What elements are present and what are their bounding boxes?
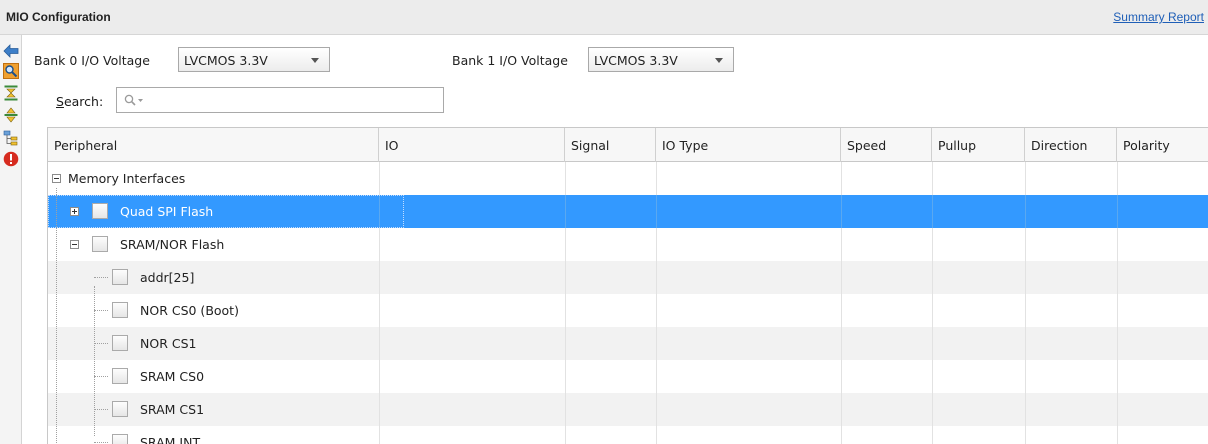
peripheral-checkbox[interactable] <box>112 434 128 444</box>
table-row[interactable]: SRAM/NOR Flash <box>48 228 1208 261</box>
search-input[interactable] <box>116 87 444 113</box>
summary-report-link[interactable]: Summary Report <box>1113 10 1204 24</box>
column-header-io-type[interactable]: IO Type <box>656 128 841 162</box>
row-label: SRAM/NOR Flash <box>120 237 225 252</box>
panel-header: MIO Configuration Summary Report <box>0 0 1208 35</box>
tree-connector <box>94 286 95 436</box>
peripheral-checkbox[interactable] <box>112 302 128 318</box>
peripheral-checkbox[interactable] <box>112 269 128 285</box>
focus-outline <box>48 195 404 228</box>
tree-connector <box>94 343 108 344</box>
tree-connector <box>94 376 108 377</box>
bank0-voltage-value: LVCMOS 3.3V <box>184 53 268 68</box>
collapse-icon[interactable] <box>52 174 61 183</box>
peripheral-checkbox[interactable] <box>112 335 128 351</box>
table-row[interactable]: NOR CS0 (Boot) <box>48 294 1208 327</box>
peripheral-checkbox[interactable] <box>112 368 128 384</box>
bank0-voltage-select[interactable]: LVCMOS 3.3V <box>178 47 330 72</box>
chevron-down-icon <box>715 58 723 63</box>
column-header-pullup[interactable]: Pullup <box>932 128 1025 162</box>
tree-view-icon[interactable] <box>3 130 19 146</box>
collapse-all-icon[interactable] <box>3 85 19 101</box>
tree-connector <box>56 188 57 444</box>
table-row[interactable]: addr[25] <box>48 261 1208 294</box>
peripheral-checkbox[interactable] <box>112 401 128 417</box>
panel-title: MIO Configuration <box>6 10 111 24</box>
row-label: NOR CS0 (Boot) <box>140 303 239 318</box>
bank1-voltage-select[interactable]: LVCMOS 3.3V <box>588 47 734 72</box>
table-row[interactable]: SRAM CS0 <box>48 360 1208 393</box>
mio-table: Peripheral IO Signal IO Type Speed Pullu… <box>47 127 1208 444</box>
peripheral-checkbox[interactable] <box>92 236 108 252</box>
column-header-signal[interactable]: Signal <box>565 128 656 162</box>
row-label: NOR CS1 <box>140 336 197 351</box>
bank1-voltage-label: Bank 1 I/O Voltage <box>452 53 568 68</box>
column-header-peripheral[interactable]: Peripheral <box>48 128 379 162</box>
back-arrow-icon[interactable] <box>3 43 19 59</box>
table-row[interactable]: Quad SPI Flash <box>48 195 1208 228</box>
column-header-direction[interactable]: Direction <box>1025 128 1117 162</box>
error-icon[interactable] <box>3 151 19 167</box>
bank0-voltage-label: Bank 0 I/O Voltage <box>34 53 150 68</box>
row-label: SRAM CS0 <box>140 369 205 384</box>
column-header-speed[interactable]: Speed <box>841 128 932 162</box>
side-toolbar <box>0 35 22 444</box>
row-label: SRAM CS1 <box>140 402 205 417</box>
table-row[interactable]: SRAM CS1 <box>48 393 1208 426</box>
tree-connector <box>94 277 108 278</box>
search-icon[interactable] <box>3 63 19 79</box>
column-header-io[interactable]: IO <box>379 128 565 162</box>
collapse-icon[interactable] <box>70 240 79 249</box>
table-row[interactable]: Memory Interfaces <box>48 162 1208 195</box>
row-label: Memory Interfaces <box>68 171 186 186</box>
expand-all-icon[interactable] <box>3 107 19 123</box>
tree-connector <box>94 310 108 311</box>
tree-connector <box>94 409 108 410</box>
row-label: SRAM INT <box>140 435 201 444</box>
tree-connector <box>94 442 108 443</box>
column-header-polarity[interactable]: Polarity <box>1117 128 1208 162</box>
content-area: Bank 0 I/O Voltage LVCMOS 3.3V Bank 1 I/… <box>22 35 1208 444</box>
bank1-voltage-value: LVCMOS 3.3V <box>594 53 678 68</box>
table-header: Peripheral IO Signal IO Type Speed Pullu… <box>48 128 1208 162</box>
table-row[interactable]: NOR CS1 <box>48 327 1208 360</box>
row-label: addr[25] <box>140 270 195 285</box>
search-icon <box>124 94 146 110</box>
table-row[interactable]: SRAM INT <box>48 426 1208 444</box>
search-label: Search: <box>56 94 104 109</box>
chevron-down-icon <box>311 58 319 63</box>
